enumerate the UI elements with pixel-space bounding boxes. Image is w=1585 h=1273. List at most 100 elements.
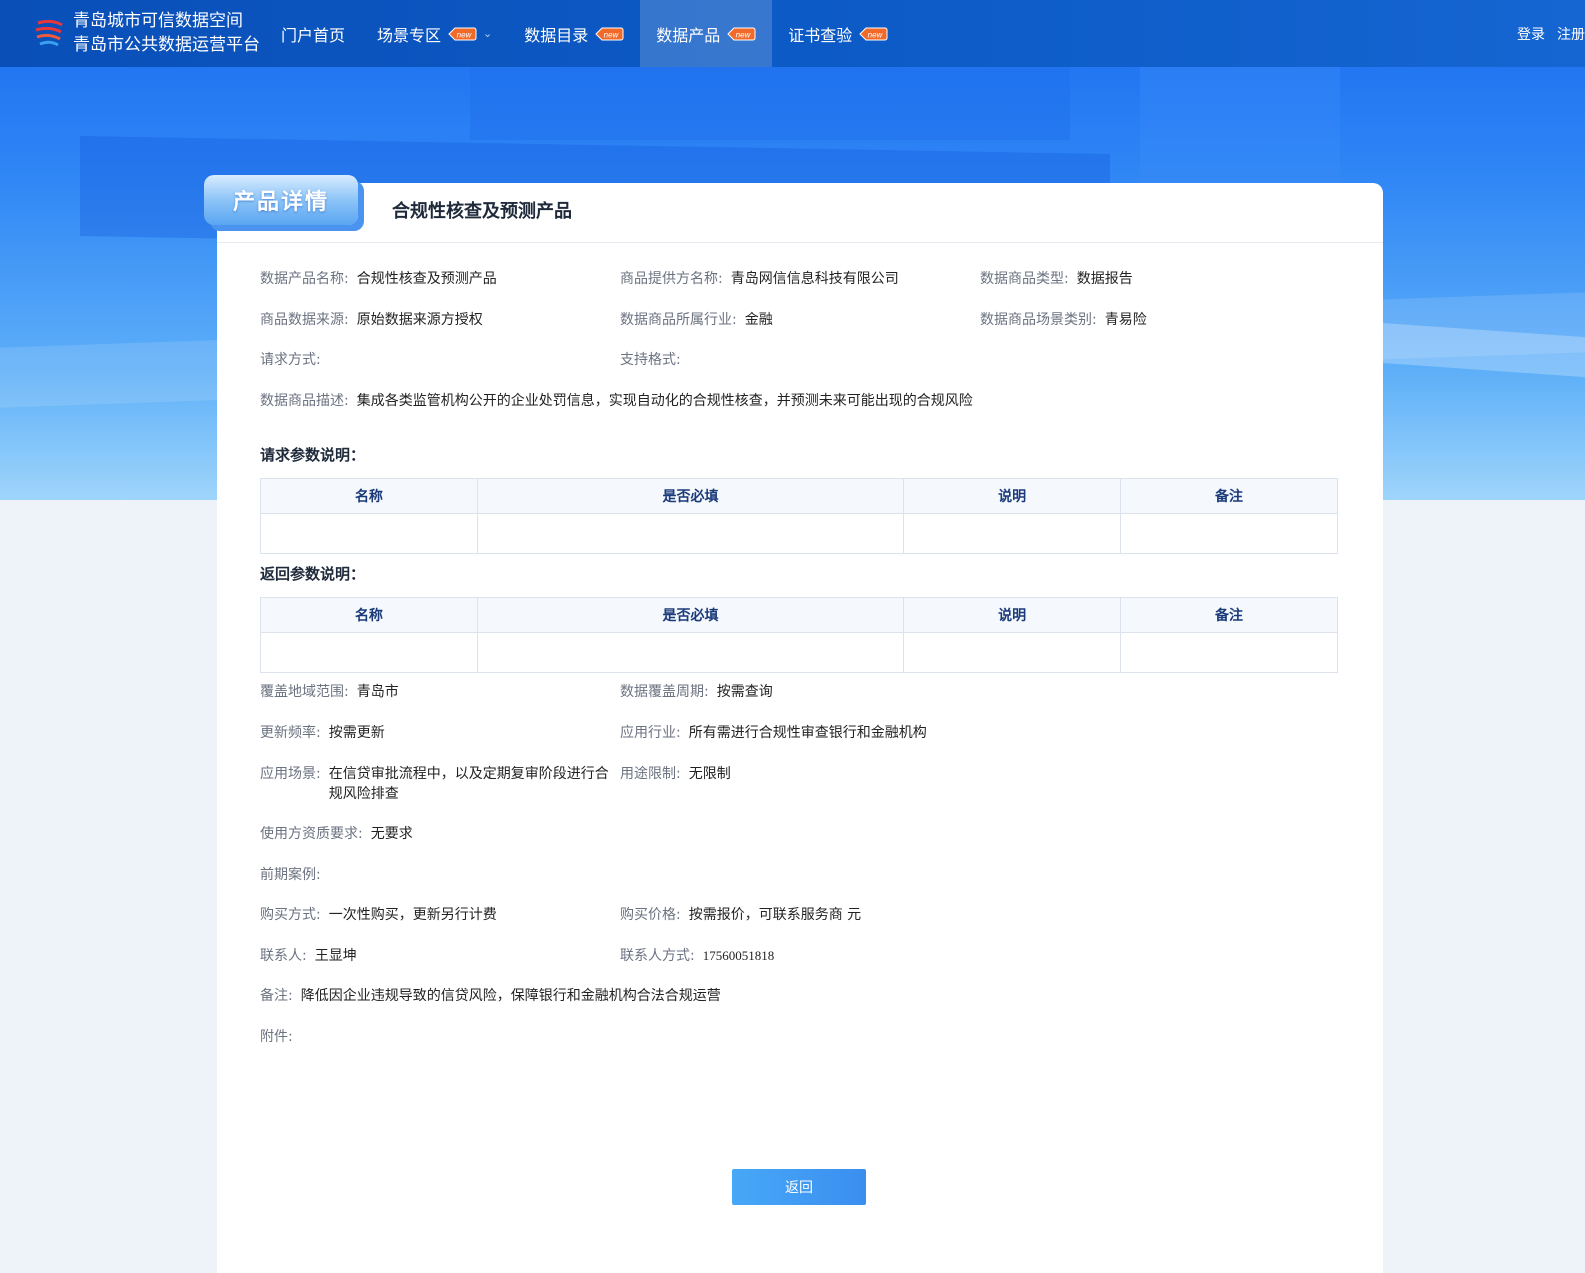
field-value: 青易险 [1104, 312, 1147, 328]
field-value: 王显坤 [314, 948, 357, 964]
badge-text: new [457, 30, 473, 39]
field-value: 无要求 [370, 826, 413, 842]
new-badge-icon: new [859, 27, 888, 40]
field-value: 按需查询 [716, 684, 773, 700]
login-link[interactable]: 登录 [1517, 24, 1545, 44]
field-label: 数据商品类型: [980, 271, 1069, 287]
auth-links: 登录 注册 [1517, 0, 1585, 67]
badge-text: new [604, 30, 620, 39]
field-usage-limit: 用途限制: 无限制 [620, 764, 731, 784]
field-value: 所有需进行合规性审查银行和金融机构 [688, 725, 927, 741]
nav-item-scenes[interactable]: 场景专区 new ⌄ [361, 0, 508, 67]
field-label: 应用行业: [620, 725, 681, 741]
field-cases: 前期案例: [260, 865, 329, 885]
field-label: 支持格式: [620, 352, 681, 368]
field-value: 在信贷审批流程中，以及定期复审阶段进行合规风险排查 [328, 766, 609, 802]
field-formats: 支持格式: [620, 350, 689, 370]
back-button[interactable]: 返回 [732, 1169, 866, 1205]
nav-label: 场景专区 [377, 25, 442, 45]
table-row [260, 632, 1338, 673]
detail-tab-badge: 产品详情 [204, 175, 358, 225]
field-period: 数据覆盖周期: 按需查询 [620, 682, 773, 702]
field-label: 数据覆盖周期: [620, 684, 709, 700]
field-purchase-method: 购买方式: 一次性购买，更新另行计费 [260, 905, 497, 925]
field-price: 购买价格: 按需报价，可联系服务商 元 [620, 905, 861, 925]
field-provider: 商品提供方名称: 青岛网信信息科技有限公司 [620, 269, 899, 289]
nav-label: 数据产品 [656, 25, 721, 45]
field-value: 合规性核查及预测产品 [356, 271, 497, 287]
field-value: 17560051818 [702, 948, 775, 963]
field-label: 用途限制: [620, 766, 681, 782]
field-value: 金融 [744, 312, 773, 328]
field-value: 按需更新 [328, 725, 385, 741]
brand-line-2: 青岛市公共数据运营平台 [73, 35, 260, 55]
new-badge-icon: new [448, 27, 477, 40]
column-header: 是否必填 [476, 478, 905, 514]
field-scenario: 应用场景: 在信贷审批流程中，以及定期复审阶段进行合规风险排查 [260, 764, 620, 804]
field-value: 无限制 [688, 766, 731, 782]
field-value: 一次性购买，更新另行计费 [328, 907, 497, 923]
column-header: 是否必填 [476, 597, 905, 633]
field-label: 数据商品场景类别: [980, 312, 1097, 328]
column-header: 说明 [903, 597, 1122, 633]
response-params-title: 返回参数说明： [260, 565, 366, 583]
card-header: 产品详情 合规性核查及预测产品 [204, 175, 1383, 243]
field-value: 数据报告 [1076, 271, 1133, 287]
field-request-method: 请求方式: [260, 350, 329, 370]
product-detail-card: 产品详情 合规性核查及预测产品 数据产品名称: 合规性核查及预测产品 商品提供方… [204, 175, 1383, 1273]
register-link[interactable]: 注册 [1557, 24, 1585, 44]
field-description: 数据商品描述: 集成各类监管机构公开的企业处罚信息，实现自动化的合规性核查，并预… [260, 391, 973, 411]
field-label: 备注: [260, 988, 293, 1004]
field-label: 商品提供方名称: [620, 271, 723, 287]
nav-item-home[interactable]: 门户首页 [265, 0, 361, 67]
field-label: 应用场景: [260, 766, 321, 782]
new-badge-icon: new [595, 27, 624, 40]
field-frequency: 更新频率: 按需更新 [260, 723, 385, 743]
field-label: 覆盖地域范围: [260, 684, 349, 700]
column-header: 备注 [1120, 597, 1338, 633]
column-header: 名称 [260, 478, 478, 514]
field-label: 前期案例: [260, 867, 321, 883]
brand-title[interactable]: 青岛城市可信数据空间 青岛市公共数据运营平台 [73, 9, 260, 57]
nav-item-products[interactable]: 数据产品 new [640, 0, 773, 67]
field-label: 使用方资质要求: [260, 826, 363, 842]
field-scene-category: 数据商品场景类别: 青易险 [980, 310, 1147, 330]
field-qualification: 使用方资质要求: 无要求 [260, 824, 413, 844]
field-label: 数据产品名称: [260, 271, 349, 287]
field-label: 数据商品描述: [260, 393, 349, 409]
badge-text: new [868, 30, 884, 39]
field-contact-phone: 联系人方式: 17560051818 [620, 946, 774, 966]
field-label: 更新频率: [260, 725, 321, 741]
field-value: 青岛网信信息科技有限公司 [730, 271, 899, 287]
field-type: 数据商品类型: 数据报告 [980, 269, 1133, 289]
column-header: 名称 [260, 597, 478, 633]
field-value: 按需报价，可联系服务商 元 [688, 907, 862, 923]
field-remark: 备注: 降低因企业违规导致的信贷风险，保障银行和金融机构合法合规运营 [260, 986, 721, 1006]
field-label: 联系人: [260, 948, 307, 964]
nav-label: 证书查验 [788, 25, 853, 45]
page-title: 合规性核查及预测产品 [392, 201, 572, 222]
nav-item-catalog[interactable]: 数据目录 new [508, 0, 640, 67]
nav-label: 门户首页 [281, 25, 346, 45]
field-label: 购买方式: [260, 907, 321, 923]
field-value: 降低因企业违规导致的信贷风险，保障银行和金融机构合法合规运营 [300, 988, 721, 1004]
request-params-table: 名称 是否必填 说明 备注 [260, 478, 1338, 554]
field-industry: 数据商品所属行业: 金融 [620, 310, 773, 330]
top-navbar: 青岛城市可信数据空间 青岛市公共数据运营平台 门户首页 场景专区 new ⌄ 数… [0, 0, 1585, 67]
table-row [260, 513, 1338, 554]
request-params-title: 请求参数说明： [260, 446, 366, 464]
column-header: 说明 [903, 478, 1122, 514]
field-label: 请求方式: [260, 352, 321, 368]
brand-line-1: 青岛城市可信数据空间 [73, 11, 243, 31]
field-label: 数据商品所属行业: [620, 312, 737, 328]
field-attachment: 附件: [260, 1027, 301, 1047]
field-region: 覆盖地域范围: 青岛市 [260, 682, 399, 702]
chevron-down-icon: ⌄ [483, 27, 493, 40]
field-value: 青岛市 [356, 684, 399, 700]
field-label: 联系人方式: [620, 948, 695, 964]
field-label: 商品数据来源: [260, 312, 349, 328]
badge-text: new [736, 30, 752, 39]
new-badge-icon: new [727, 27, 756, 40]
nav-item-certificate[interactable]: 证书查验 new [772, 0, 904, 67]
field-app-industry: 应用行业: 所有需进行合规性审查银行和金融机构 [620, 723, 927, 743]
